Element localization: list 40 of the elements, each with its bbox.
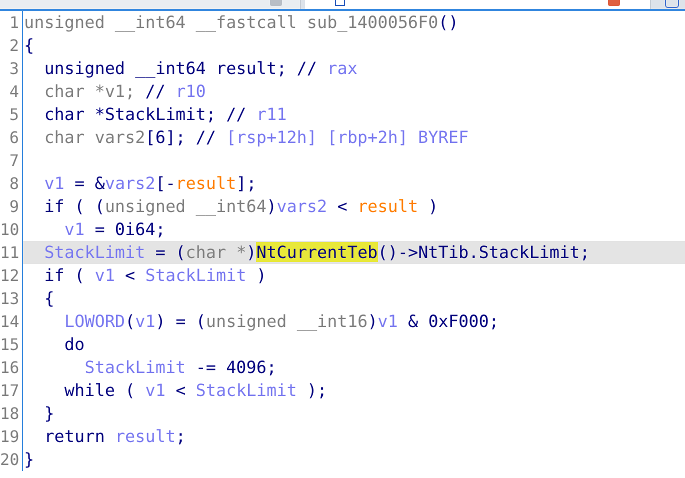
- code-line: }: [43, 402, 56, 425]
- code-line: do: [63, 333, 86, 356]
- code-line: return result;: [43, 425, 187, 448]
- line-number: 14: [0, 310, 23, 333]
- line-number: 7: [0, 149, 23, 172]
- code-line: {: [23, 34, 36, 57]
- code-line: StackLimit -= 4096;: [84, 356, 278, 379]
- code-line: if ( v1 < StackLimit ): [43, 264, 268, 287]
- code-line: v1 = &vars2[-result];: [43, 172, 258, 195]
- line-number: 1: [0, 11, 23, 34]
- line-number: 15: [0, 333, 23, 356]
- line-number: 3: [0, 57, 23, 80]
- line-number: 17: [0, 379, 23, 402]
- line-number: 16: [0, 356, 23, 379]
- code-line: while ( v1 < StackLimit );: [63, 379, 328, 402]
- line-number: 18: [0, 402, 23, 425]
- code-line: char *StackLimit; // r11: [43, 103, 288, 126]
- code-line: char vars2[6]; // [rsp+12h] [rbp+2h] BYREF: [43, 126, 470, 149]
- code-line: LOWORD(v1) = (unsigned __int16)v1 & 0xF000;: [63, 310, 500, 333]
- code-line: {: [43, 287, 56, 310]
- line-number: 13: [0, 287, 23, 310]
- line-number: 9: [0, 195, 23, 218]
- code-line: }: [23, 448, 36, 471]
- code-line: unsigned __int64 __fastcall sub_1400056F0(): [23, 11, 460, 34]
- line-number: 2: [0, 34, 23, 57]
- editor-tab[interactable]: [305, 0, 651, 9]
- line-number: 12: [0, 264, 23, 287]
- editor-tab[interactable]: [0, 0, 301, 9]
- tab-menu-icon[interactable]: [665, 0, 679, 8]
- line-number: 6: [0, 126, 23, 149]
- line-number: 20: [0, 448, 23, 471]
- code-line: unsigned __int64 result; // rax: [43, 57, 358, 80]
- code-line: char *v1; // r10: [43, 80, 207, 103]
- code-line: if ( (unsigned __int64)vars2 < result ): [43, 195, 440, 218]
- line-number: 19: [0, 425, 23, 448]
- line-number: 4: [0, 80, 23, 103]
- code-line: v1 = 0i64;: [63, 218, 166, 241]
- line-number: 10: [0, 218, 23, 241]
- line-number: 5: [0, 103, 23, 126]
- line-number: 8: [0, 172, 23, 195]
